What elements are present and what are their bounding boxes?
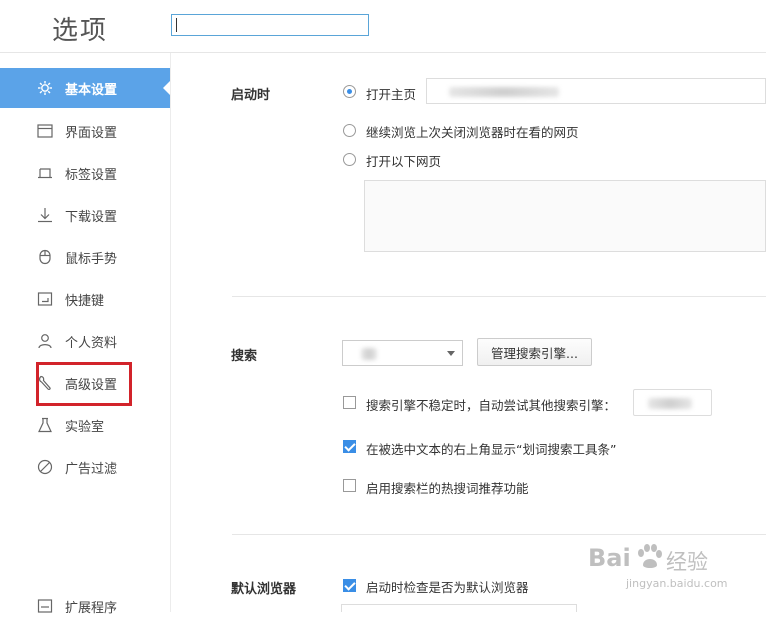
sidebar-item-shortcuts[interactable]: 快捷键	[0, 279, 170, 319]
search-engine-select[interactable]	[342, 340, 463, 366]
tab-icon	[37, 165, 53, 181]
option-label: 继续浏览上次关闭浏览器时在看的网页	[366, 125, 579, 140]
keyboard-icon	[37, 291, 53, 307]
paw-icon	[638, 544, 662, 568]
default-browser-button-partial[interactable]	[341, 604, 577, 612]
top-bar: 选项	[0, 0, 766, 53]
option-label: 启用搜索栏的热搜词推荐功能	[366, 481, 529, 496]
watermark-brand-suffix: 经验	[666, 550, 708, 574]
checkbox-check-default-browser[interactable]	[343, 579, 356, 592]
manage-search-engines-button[interactable]: 管理搜索引擎...	[477, 338, 592, 366]
section-label-startup: 启动时	[231, 88, 271, 103]
section-divider	[232, 534, 766, 535]
checkbox-hot-search-suggestions[interactable]	[343, 479, 356, 492]
radio-open-homepage[interactable]	[343, 85, 356, 98]
sidebar-item-label: 扩展程序	[65, 600, 118, 616]
option-label: 搜索引擎不稳定时，自动尝试其他搜索引擎：	[366, 398, 617, 413]
checkbox-selection-search-toolbar[interactable]	[343, 440, 356, 453]
startup-pages-list[interactable]	[364, 180, 766, 252]
text-caret	[176, 18, 177, 32]
sidebar-item-extensions[interactable]: 扩展程序	[0, 586, 170, 626]
sidebar-item-label: 广告过滤	[65, 461, 118, 477]
blurred-fallback-engine	[648, 398, 692, 409]
section-divider	[232, 296, 766, 297]
blurred-url	[449, 87, 559, 97]
person-icon	[37, 333, 53, 349]
blurred-engine-name	[361, 348, 377, 360]
section-label-default-browser: 默认浏览器	[231, 582, 297, 597]
sidebar-item-label: 鼠标手势	[65, 251, 118, 267]
sidebar-item-label: 个人资料	[65, 335, 118, 351]
sidebar-item-label: 标签设置	[65, 167, 118, 183]
sidebar-item-label: 实验室	[65, 419, 105, 435]
radio-open-specific-pages[interactable]	[343, 153, 356, 166]
sidebar-item-label: 快捷键	[65, 293, 105, 309]
page-title: 选项	[52, 16, 109, 46]
window-icon	[37, 123, 53, 139]
sidebar-item-profile[interactable]: 个人资料	[0, 321, 170, 361]
checkbox-fallback-engine[interactable]	[343, 396, 356, 409]
homepage-url-input[interactable]	[426, 78, 766, 104]
flask-icon	[37, 417, 53, 433]
sidebar-item-mouse-gestures[interactable]: 鼠标手势	[0, 237, 170, 277]
highlight-annotation-box	[36, 362, 132, 406]
option-label: 在被选中文本的右上角显示“划词搜索工具条”	[366, 442, 617, 457]
radio-continue-last-session[interactable]	[343, 124, 356, 137]
fallback-engine-field[interactable]	[633, 389, 712, 416]
sidebar-item-ad-filter[interactable]: 广告过滤	[0, 447, 170, 487]
gear-icon	[37, 80, 53, 96]
option-label: 打开以下网页	[366, 154, 442, 169]
sidebar-item-download-settings[interactable]: 下载设置	[0, 195, 170, 235]
sidebar-item-label: 基本设置	[65, 82, 118, 98]
download-icon	[37, 207, 53, 223]
section-label-search: 搜索	[231, 349, 258, 364]
chevron-down-icon	[447, 351, 455, 356]
mouse-icon	[37, 249, 53, 265]
sidebar-item-lab[interactable]: 实验室	[0, 405, 170, 445]
options-search-input[interactable]	[171, 14, 369, 36]
watermark-brand: Bai	[588, 544, 631, 572]
sidebar-item-ui-settings[interactable]: 界面设置	[0, 111, 170, 151]
block-icon	[37, 459, 53, 475]
sidebar: 基本设置 界面设置 标签设置 下载设置 鼠标手势 快捷键 个人资料 高级设置 实…	[0, 53, 171, 616]
option-label: 打开主页	[366, 87, 417, 102]
sidebar-item-label: 界面设置	[65, 125, 118, 141]
sidebar-item-label: 下载设置	[65, 209, 118, 225]
sidebar-item-tab-settings[interactable]: 标签设置	[0, 153, 170, 193]
watermark-url: jingyan.baidu.com	[626, 577, 728, 590]
sidebar-item-basic-settings[interactable]: 基本设置	[0, 68, 170, 108]
option-label: 启动时检查是否为默认浏览器	[366, 580, 529, 595]
